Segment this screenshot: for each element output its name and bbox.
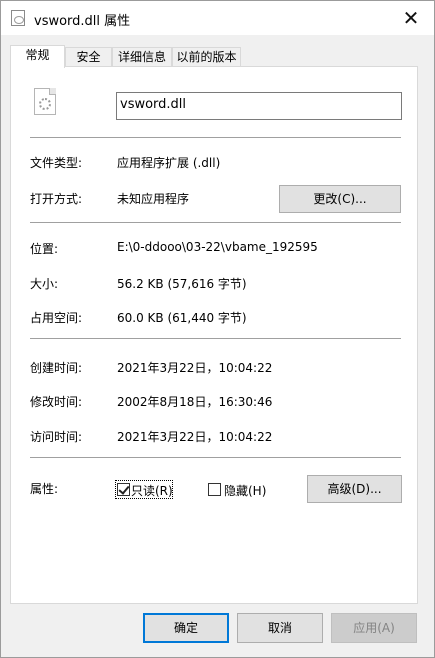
- created-value: 2021年3月22日，10:04:22: [117, 361, 273, 375]
- tab-details[interactable]: 详细信息: [112, 47, 172, 67]
- window-title: vsword.dll 属性: [34, 14, 131, 29]
- advanced-button[interactable]: 高级(D)...: [307, 475, 402, 503]
- file-name-input[interactable]: vsword.dll: [116, 92, 402, 120]
- file-type-value: 应用程序扩展 (.dll): [117, 156, 221, 170]
- hidden-label[interactable]: 隐藏(H): [224, 482, 266, 499]
- readonly-label[interactable]: 只读(R): [131, 482, 173, 499]
- accessed-value: 2021年3月22日，10:04:22: [117, 430, 273, 444]
- divider: [30, 222, 401, 223]
- gear-icon: [39, 98, 51, 110]
- dll-file-icon: [34, 88, 56, 115]
- modified-label: 修改时间:: [30, 395, 83, 409]
- attributes-label: 属性:: [30, 482, 59, 496]
- ok-button[interactable]: 确定: [143, 613, 229, 643]
- tab-previous-versions[interactable]: 以前的版本: [172, 47, 241, 67]
- open-with-label: 打开方式:: [30, 192, 83, 206]
- file-icon: [11, 10, 25, 26]
- hidden-checkbox[interactable]: [208, 483, 221, 496]
- modified-value: 2002年8月18日，16:30:46: [117, 395, 273, 409]
- change-button[interactable]: 更改(C)...: [279, 185, 401, 213]
- size-value: 56.2 KB (57,616 字节): [117, 277, 247, 291]
- file-type-label: 文件类型:: [30, 156, 83, 170]
- tab-general[interactable]: 常规: [10, 45, 65, 68]
- disk-size-value: 60.0 KB (61,440 字节): [117, 311, 247, 325]
- title-bar: vsword.dll 属性 ✕: [1, 1, 434, 35]
- divider: [30, 137, 401, 138]
- disk-size-label: 占用空间:: [30, 311, 83, 325]
- location-value: E:\0-ddooo\03-22\vbame_192595: [117, 240, 318, 254]
- open-with-value: 未知应用程序: [117, 192, 190, 206]
- cancel-button[interactable]: 取消: [237, 613, 323, 643]
- properties-dialog: vsword.dll 属性 ✕ 常规 安全 详细信息 以前的版本 vsword.…: [0, 0, 435, 658]
- apply-button[interactable]: 应用(A): [331, 613, 417, 643]
- size-label: 大小:: [30, 277, 59, 291]
- divider: [30, 338, 401, 339]
- accessed-label: 访问时间:: [30, 430, 83, 444]
- tab-security[interactable]: 安全: [65, 47, 112, 67]
- close-button[interactable]: ✕: [388, 1, 434, 35]
- general-panel: vsword.dll 文件类型: 应用程序扩展 (.dll) 打开方式: 未知应…: [10, 66, 418, 604]
- location-label: 位置:: [30, 242, 59, 256]
- created-label: 创建时间:: [30, 361, 83, 375]
- divider: [30, 457, 401, 458]
